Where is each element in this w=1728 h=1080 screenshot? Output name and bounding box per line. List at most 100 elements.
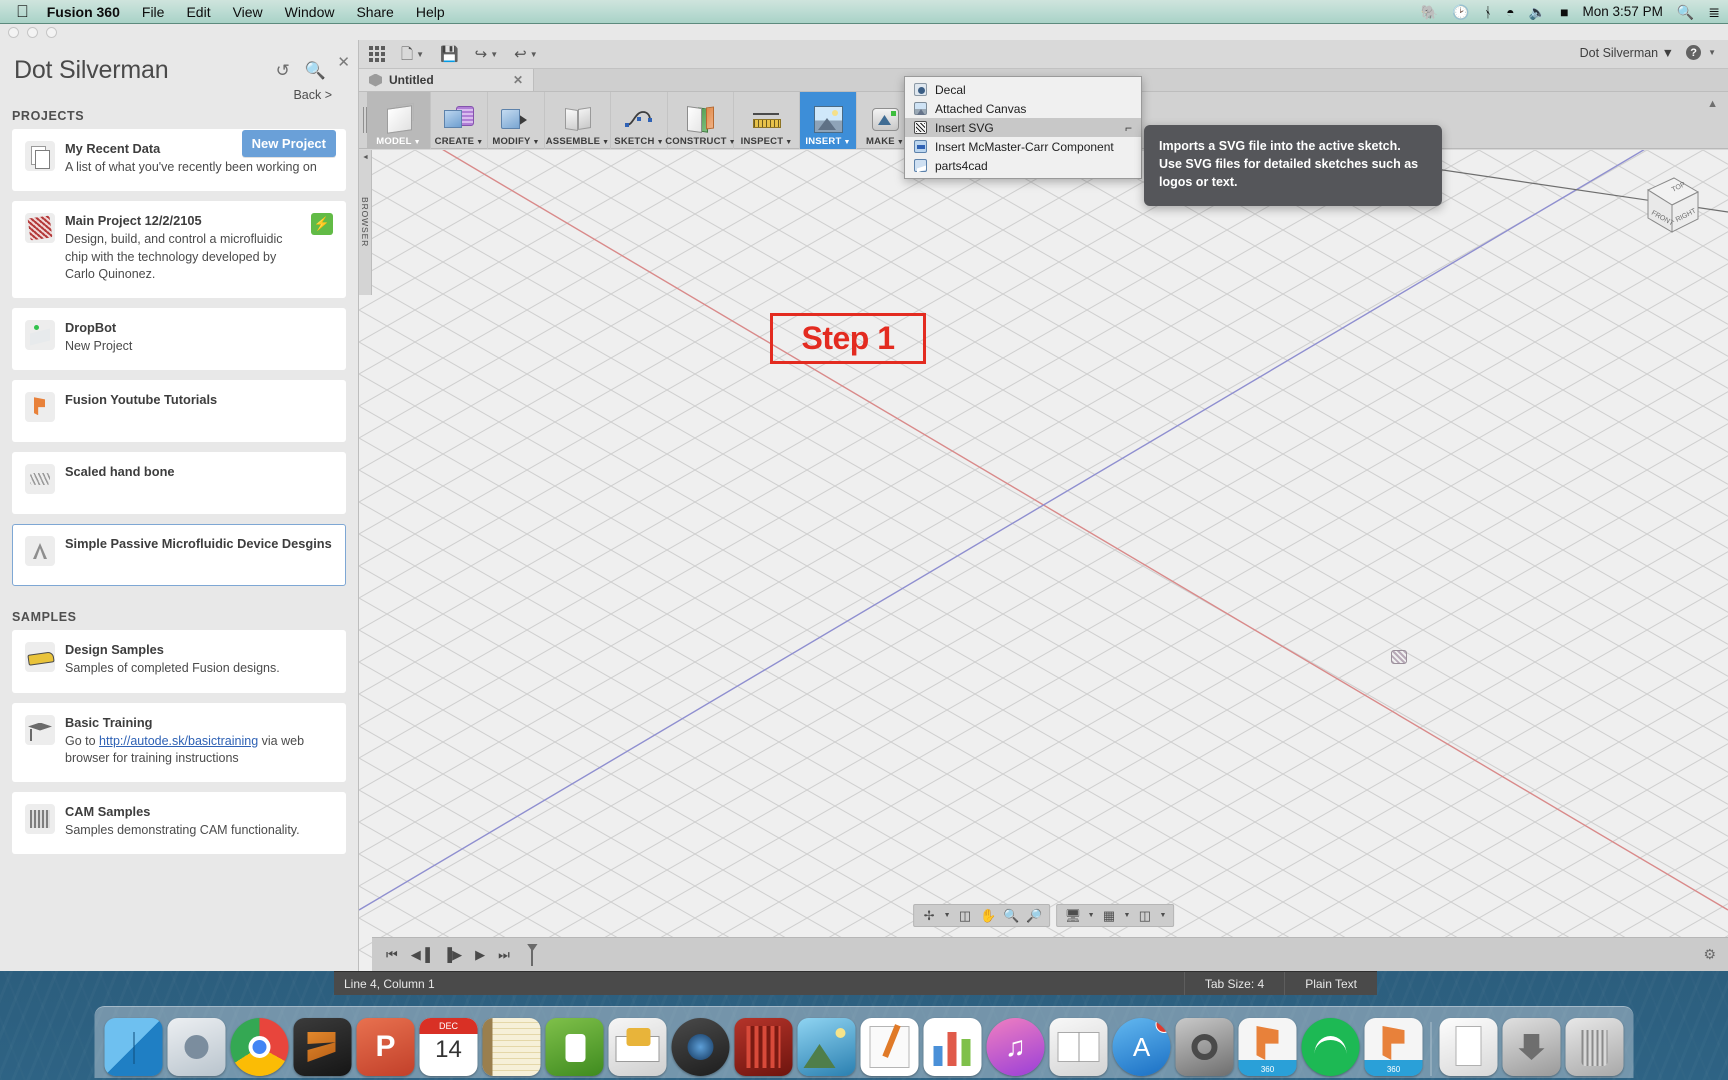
itunes-icon[interactable]: ♫ bbox=[986, 1018, 1045, 1076]
viewports-icon[interactable]: ◫ bbox=[1136, 907, 1153, 924]
project-card-scaled-hand-bone[interactable]: Scaled hand bone bbox=[12, 452, 346, 515]
search-icon[interactable]: 🔍 bbox=[305, 62, 326, 79]
fusion-360-alt-icon[interactable]: 360 bbox=[1364, 1018, 1423, 1076]
menu-item-view[interactable]: View bbox=[233, 4, 263, 20]
menu-item-decal[interactable]: Decal bbox=[905, 80, 1141, 99]
sample-card-basic-training[interactable]: Basic Training Go to http://autode.sk/ba… bbox=[12, 702, 346, 782]
sample-card-cam-samples[interactable]: CAM Samples Samples demonstrating CAM fu… bbox=[12, 792, 346, 855]
ribbon-tab-sketch[interactable]: SKETCH ▼ bbox=[611, 92, 668, 149]
project-card-dropbot[interactable]: DropBot New Project bbox=[12, 308, 346, 371]
menu-item-help[interactable]: Help bbox=[416, 4, 445, 20]
chrome-icon[interactable] bbox=[230, 1018, 289, 1076]
chevron-up-icon[interactable]: ▲ bbox=[1707, 98, 1718, 110]
spotify-icon[interactable] bbox=[1301, 1018, 1360, 1076]
tab-size-indicator[interactable]: Tab Size: 4 bbox=[1183, 972, 1284, 995]
menu-item-insert-mcmaster-carr[interactable]: Insert McMaster-Carr Component bbox=[905, 137, 1141, 156]
photos-icon[interactable] bbox=[797, 1018, 856, 1076]
zoom-icon[interactable]: 🔍 bbox=[1003, 907, 1020, 924]
ribbon-grip[interactable] bbox=[359, 92, 367, 148]
downloads-stack-icon[interactable] bbox=[1502, 1018, 1561, 1076]
fit-icon[interactable]: 🔎 bbox=[1026, 907, 1043, 924]
account-menu[interactable]: Dot Silverman ▼ bbox=[1580, 46, 1674, 60]
look-at-icon[interactable]: ◫ bbox=[957, 907, 974, 924]
help-menu[interactable]: ? ▼ bbox=[1686, 45, 1716, 60]
chevron-down-icon[interactable]: ▼ bbox=[1124, 912, 1131, 919]
menu-item-edit[interactable]: Edit bbox=[186, 4, 210, 20]
redo-button[interactable]: ↩ ▼ bbox=[514, 47, 538, 62]
minimize-window-button[interactable] bbox=[27, 27, 38, 38]
battery-icon[interactable]: ■ bbox=[1560, 5, 1568, 19]
browser-panel-tab[interactable]: ◄ BROWSER bbox=[359, 150, 372, 295]
apple-icon[interactable]:  bbox=[16, 3, 29, 20]
save-button[interactable]: 💾 bbox=[440, 47, 459, 62]
documents-stack-icon[interactable] bbox=[1439, 1018, 1498, 1076]
ribbon-tab-insert[interactable]: INSERT ▼ bbox=[800, 92, 857, 149]
close-icon[interactable]: ✕ bbox=[337, 53, 350, 71]
syntax-indicator[interactable]: Plain Text bbox=[1284, 972, 1377, 995]
zoom-window-button[interactable] bbox=[46, 27, 57, 38]
app-store-icon[interactable]: A3 bbox=[1112, 1018, 1171, 1076]
project-sync-badge[interactable] bbox=[311, 213, 333, 236]
menu-item-share[interactable]: Share bbox=[356, 4, 393, 20]
document-tab-untitled[interactable]: Untitled ✕ bbox=[359, 69, 534, 91]
wifi-icon[interactable]: ◓ bbox=[1506, 5, 1514, 19]
menu-item-insert-svg[interactable]: Insert SVG ⌐ bbox=[905, 118, 1141, 137]
refresh-icon[interactable]: ↺ bbox=[276, 62, 290, 79]
ribbon-tab-construct[interactable]: CONSTRUCT ▼ bbox=[665, 92, 736, 149]
display-settings-icon[interactable]: 🖥 bbox=[1065, 907, 1082, 924]
ibooks-icon[interactable] bbox=[1049, 1018, 1108, 1076]
basic-training-link[interactable]: http://autode.sk/basictraining bbox=[99, 734, 258, 748]
volume-icon[interactable]: 🔈 bbox=[1529, 5, 1546, 19]
chevron-down-icon[interactable]: ▼ bbox=[1088, 912, 1095, 919]
sublime-text-icon[interactable] bbox=[293, 1018, 352, 1076]
photo-booth-icon[interactable] bbox=[734, 1018, 793, 1076]
project-card-fusion-youtube-tutorials[interactable]: Fusion Youtube Tutorials bbox=[12, 380, 346, 443]
menu-item-parts4cad[interactable]: parts4cad bbox=[905, 156, 1141, 175]
project-card-simple-passive-microfluidic[interactable]: Simple Passive Microfluidic Device Desgi… bbox=[12, 524, 346, 587]
menu-clock[interactable]: Mon 3:57 PM bbox=[1583, 4, 1663, 19]
search-icon[interactable]: 🔍 bbox=[1677, 5, 1694, 19]
workspace-switcher-model[interactable]: MODEL ▼ bbox=[367, 92, 431, 149]
undo-button[interactable]: ↪ ▼ bbox=[475, 47, 499, 62]
pages-icon[interactable] bbox=[860, 1018, 919, 1076]
evernote-icon[interactable]: 🐘 bbox=[1421, 5, 1438, 19]
camera-icon[interactable] bbox=[671, 1018, 730, 1076]
trash-icon[interactable] bbox=[1565, 1018, 1624, 1076]
notes-icon[interactable] bbox=[482, 1018, 541, 1076]
launchpad-icon[interactable] bbox=[167, 1018, 226, 1076]
ribbon-tab-inspect[interactable]: INSPECT ▼ bbox=[734, 92, 800, 149]
system-preferences-icon[interactable] bbox=[1175, 1018, 1234, 1076]
bluetooth-icon[interactable]: ᛀ bbox=[1484, 5, 1492, 19]
origin-point-icon[interactable] bbox=[1391, 650, 1407, 664]
numbers-icon[interactable] bbox=[923, 1018, 982, 1076]
grid-snap-icon[interactable]: ▦ bbox=[1101, 907, 1118, 924]
fusion-360-icon[interactable]: 360 bbox=[1238, 1018, 1297, 1076]
chevron-down-icon[interactable]: ▼ bbox=[1159, 912, 1166, 919]
3d-canvas[interactable]: ◄ BROWSER Step 1 TOP FRONT RIGHT ✢ ▼ ◫ ✋… bbox=[359, 150, 1728, 971]
mail-icon[interactable] bbox=[608, 1018, 667, 1076]
ribbon-tab-modify[interactable]: MODIFY ▼ bbox=[488, 92, 545, 149]
play-icon[interactable]: ▶ bbox=[475, 948, 485, 961]
ribbon-tab-assemble[interactable]: ASSEMBLE ▼ bbox=[545, 92, 611, 149]
sample-card-design-samples[interactable]: Design Samples Samples of completed Fusi… bbox=[12, 630, 346, 693]
step-forward-icon[interactable]: ▐▶ bbox=[443, 948, 462, 961]
ribbon-tab-create[interactable]: CREATE ▼ bbox=[431, 92, 488, 149]
back-link[interactable]: Back > bbox=[293, 88, 332, 102]
step-back-icon[interactable]: ◀▐ bbox=[411, 948, 430, 961]
project-card-main-project[interactable]: Main Project 12/2/2105 Design, build, an… bbox=[12, 201, 346, 298]
skip-to-start-icon[interactable]: ⏮ bbox=[386, 948, 398, 961]
menu-item-window[interactable]: Window bbox=[285, 4, 335, 20]
timeline-marker-icon[interactable] bbox=[527, 943, 538, 966]
pan-icon[interactable]: ✋ bbox=[980, 907, 997, 924]
evernote-icon[interactable] bbox=[545, 1018, 604, 1076]
view-cube[interactable]: TOP FRONT RIGHT bbox=[1622, 170, 1702, 248]
calendar-icon[interactable]: DEC 14 bbox=[419, 1018, 478, 1076]
time-machine-icon[interactable]: 🕑 bbox=[1452, 5, 1469, 19]
app-grid-icon[interactable] bbox=[369, 46, 385, 62]
skip-to-end-icon[interactable]: ⏭ bbox=[498, 948, 510, 961]
powerpoint-icon[interactable]: P bbox=[356, 1018, 415, 1076]
menu-item-file[interactable]: File bbox=[142, 4, 165, 20]
chevron-down-icon[interactable]: ▼ bbox=[944, 912, 951, 919]
notification-center-icon[interactable]: ≣ bbox=[1708, 5, 1720, 19]
new-document-button[interactable]: 🗋 ▼ bbox=[401, 47, 424, 62]
